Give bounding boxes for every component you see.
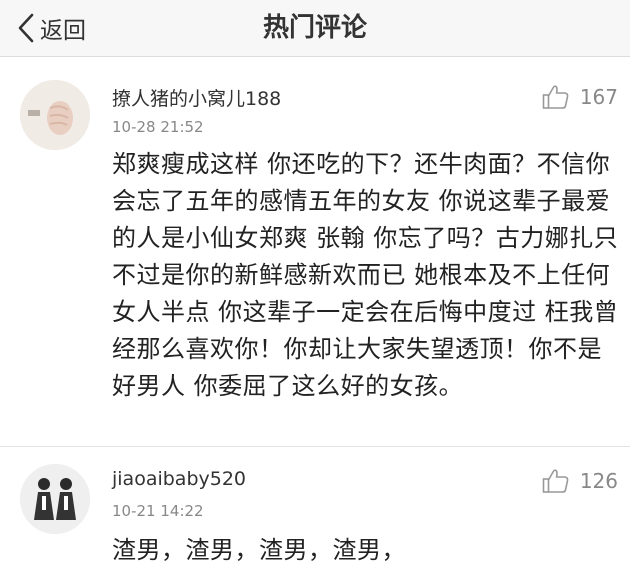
comment-item: 撩人猪的小窝儿188 10-28 21:52 167 郑爽瘦成这样 你还吃的下？… xyxy=(0,70,630,446)
username[interactable]: 撩人猪的小窝儿188 xyxy=(112,84,281,111)
like-button[interactable]: 167 xyxy=(542,84,618,110)
like-count: 167 xyxy=(579,85,618,109)
avatar[interactable] xyxy=(20,464,90,534)
username[interactable]: jiaoaibaby520 xyxy=(112,468,246,490)
comment-item: jiaoaibaby520 10-21 14:22 126 渣男，渣男，渣男，渣… xyxy=(0,452,630,578)
like-button[interactable]: 126 xyxy=(542,468,618,494)
timestamp: 10-28 21:52 xyxy=(112,118,204,136)
page-title: 热门评论 xyxy=(262,13,367,43)
chevron-left-icon xyxy=(18,13,34,43)
navigation-bar: 返回 热门评论 xyxy=(0,0,630,57)
comment-text: 渣男，渣男，渣男，渣男， xyxy=(112,536,406,564)
thumbs-up-icon xyxy=(542,84,570,110)
timestamp: 10-21 14:22 xyxy=(112,502,204,520)
thumbs-up-icon xyxy=(542,468,570,494)
like-count: 126 xyxy=(579,469,618,493)
back-button[interactable]: 返回 xyxy=(18,8,86,48)
divider xyxy=(0,446,630,447)
comment-text: 郑爽瘦成这样 你还吃的下？还牛肉面？不信你会忘了五年的感情五年的女友 你说这辈子… xyxy=(112,150,619,400)
back-label: 返回 xyxy=(40,18,86,44)
avatar[interactable] xyxy=(20,80,90,150)
